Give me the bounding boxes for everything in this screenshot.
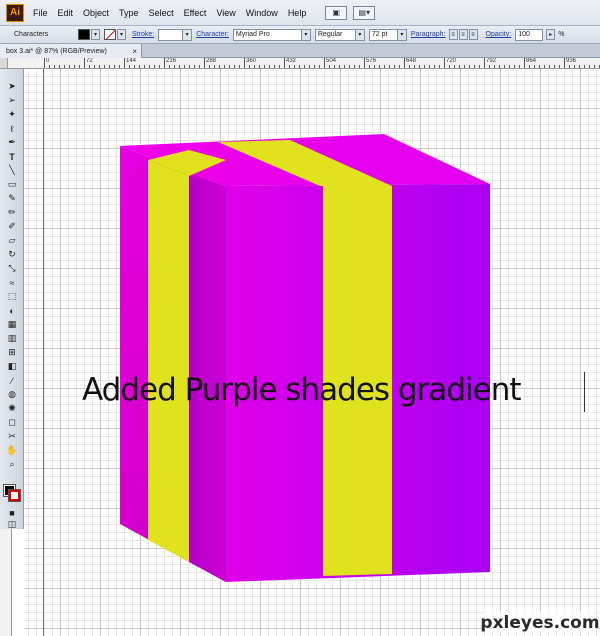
ribbon-left-vertical (148, 160, 189, 562)
watermark-text: pxleyes.com (480, 612, 600, 634)
canvas-caption-text[interactable]: Added Purple shades gradient (82, 372, 522, 408)
text-cursor (584, 372, 585, 412)
gift-box-artwork[interactable] (0, 0, 600, 636)
